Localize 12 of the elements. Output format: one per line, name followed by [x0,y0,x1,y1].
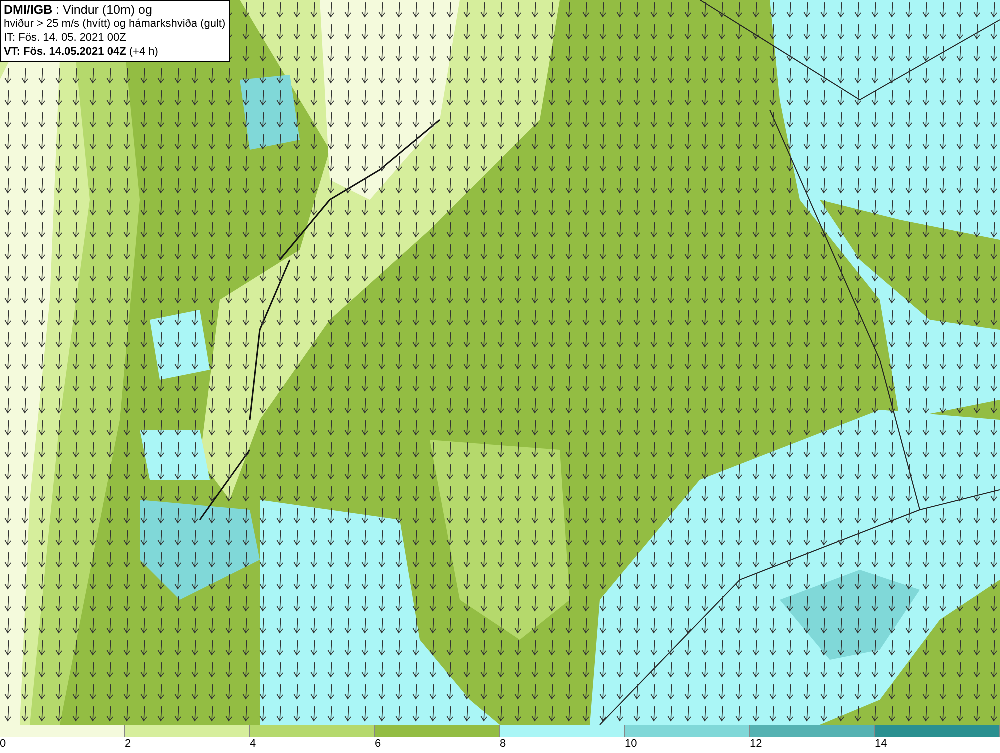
legend-label: 14 [875,737,888,752]
legend-label: 6 [375,737,382,752]
legend-label: 10 [625,737,638,752]
title-line: VT: Fös. 14.05.2021 04Z (+4 h) [4,45,160,59]
legend-label: 8 [500,737,506,752]
title-line: IT: Fös. 14. 05. 2021 00Z [4,31,128,45]
legend-label: 2 [125,737,132,752]
legend-label: 4 [250,737,256,752]
legend-label: 0 [0,737,6,752]
title-line: hviður > 25 m/s (hvítt) og hámarkshviða (gult) [4,17,226,31]
legend-label: 12 [750,737,762,752]
title-line: DMI/IGB : Vindur (10m) og [4,3,154,17]
